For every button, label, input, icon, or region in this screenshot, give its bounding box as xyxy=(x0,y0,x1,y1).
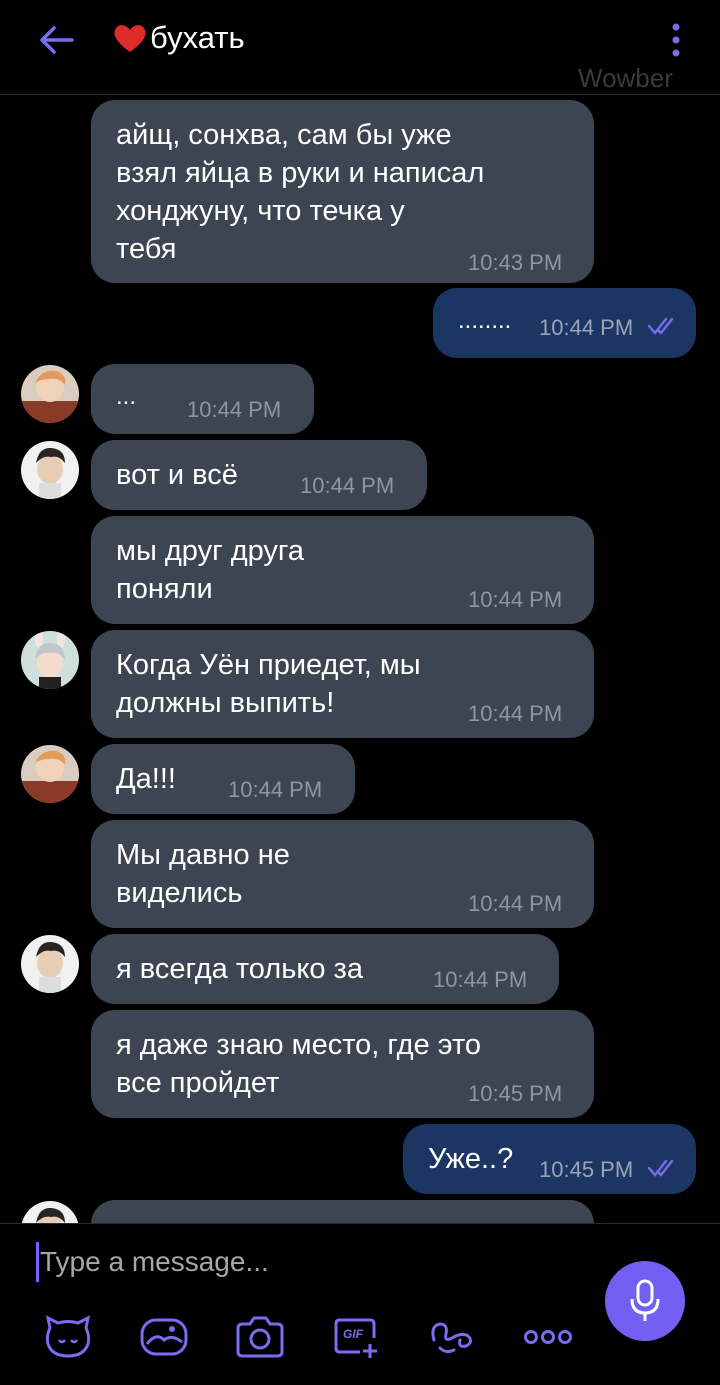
message-text: ........ xyxy=(458,307,512,334)
message-time: 10:44 PM xyxy=(468,587,563,612)
watermark: Wowber xyxy=(578,63,673,93)
avatar[interactable] xyxy=(21,935,79,993)
message-bubble-outgoing[interactable]: Уже..? 10:45 PM xyxy=(403,1124,696,1194)
avatar[interactable] xyxy=(21,1201,79,1223)
chat-header: бухать Wowber xyxy=(0,0,720,94)
message-text: Уже..? xyxy=(428,1143,514,1175)
more-vertical-icon[interactable] xyxy=(666,22,686,58)
message-bubble[interactable]: вот и всё 10:44 PM xyxy=(91,440,427,510)
message-bubble[interactable]: айщ, сонхва, сам бы уже взял яйца в руки… xyxy=(91,100,594,283)
message-text: я всегда только за xyxy=(116,953,363,985)
message-time: 10:45 PM xyxy=(468,1081,563,1106)
message-time: 10:45 PM xyxy=(539,1157,634,1182)
message-bubble[interactable]: я даже знаю место, где это все пройдет 1… xyxy=(91,1010,594,1118)
message-time: 10:44 PM xyxy=(228,777,323,802)
message-text: я даже знаю место, где это все пройдет xyxy=(116,1029,482,1099)
camera-icon[interactable] xyxy=(234,1314,286,1360)
chat-title[interactable]: бухать xyxy=(112,20,245,56)
message-list[interactable]: айщ, сонхва, сам бы уже взял яйца в руки… xyxy=(0,95,720,1223)
message-time: 10:43 PM xyxy=(468,250,563,275)
read-ticks-icon xyxy=(647,317,674,335)
composer: Type a message... GIF xyxy=(0,1223,720,1385)
message-text: мы друг друга поняли xyxy=(116,535,304,605)
message-time: 10:44 PM xyxy=(468,891,563,916)
microphone-button[interactable] xyxy=(605,1261,685,1341)
message-text: Мы давно не виделись xyxy=(116,839,290,909)
message-bubble[interactable]: Да!!! 10:44 PM xyxy=(91,744,355,814)
message-time: 10:44 PM xyxy=(539,315,634,340)
message-time: 10:44 PM xyxy=(187,397,282,422)
avatar[interactable] xyxy=(21,365,79,423)
message-time: 10:44 PM xyxy=(300,473,395,498)
message-input[interactable]: Type a message... xyxy=(40,1246,269,1278)
microphone-icon xyxy=(630,1279,660,1321)
avatar[interactable] xyxy=(21,441,79,499)
read-ticks-icon xyxy=(647,1159,674,1177)
gif-button[interactable]: GIF xyxy=(330,1314,382,1360)
message-bubble[interactable]: я всегда только за 10:44 PM xyxy=(91,934,559,1004)
text-cursor xyxy=(36,1242,39,1282)
message-text: айщ, сонхва, сам бы уже взял яйца в руки… xyxy=(116,119,485,265)
message-time: 10:44 PM xyxy=(433,967,528,992)
doodle-icon[interactable] xyxy=(426,1314,478,1360)
avatar[interactable] xyxy=(21,745,79,803)
message-bubble-outgoing[interactable]: ........ 10:44 PM xyxy=(433,288,696,358)
message-text: Когда Уён приедет, мы должны выпить! xyxy=(116,649,421,719)
message-text: Да!!! xyxy=(116,763,176,795)
message-bubble[interactable]: мы друг друга поняли 10:44 PM xyxy=(91,516,594,624)
message-bubble[interactable]: Когда Уён приедет, мы должны выпить! 10:… xyxy=(91,630,594,738)
more-horizontal-icon[interactable] xyxy=(522,1314,574,1360)
avatar[interactable] xyxy=(21,631,79,689)
heart-icon xyxy=(114,25,146,52)
gif-label: GIF xyxy=(343,1327,363,1341)
message-bubble[interactable]: ... 10:44 PM xyxy=(91,364,314,434)
gallery-icon[interactable] xyxy=(138,1314,190,1360)
message-time: 10:44 PM xyxy=(468,701,563,726)
chat-title-text: бухать xyxy=(150,20,245,55)
message-text: ... xyxy=(116,383,137,410)
message-bubble[interactable] xyxy=(91,1200,594,1223)
message-bubble[interactable]: Мы давно не виделись 10:44 PM xyxy=(91,820,594,928)
message-text: вот и всё xyxy=(116,459,238,491)
back-arrow-icon[interactable] xyxy=(36,24,76,56)
sticker-icon[interactable] xyxy=(42,1314,94,1360)
